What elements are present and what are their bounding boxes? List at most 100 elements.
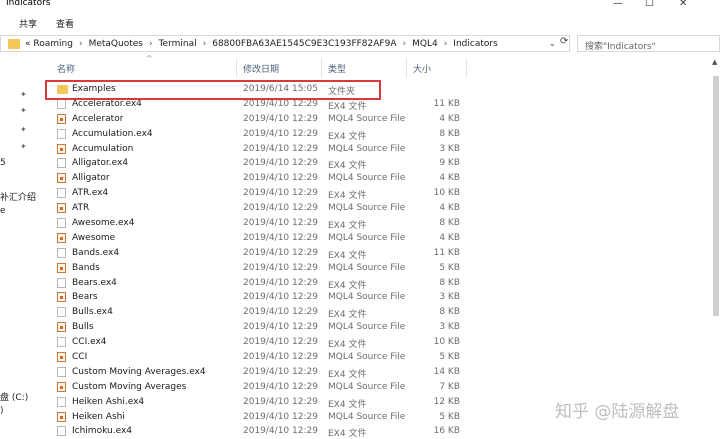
file-date: 2019/4/10 12:29 xyxy=(243,381,318,392)
file-row[interactable]: Custom Moving Averages 2019/4/10 12:29 MQL… xyxy=(36,380,716,395)
pin-icon[interactable]: ✦ xyxy=(20,106,28,115)
tab-view[interactable]: 查看 xyxy=(56,17,74,30)
breadcrumb-separator[interactable]: › xyxy=(79,39,83,49)
file-type: EX4 文件 xyxy=(328,250,367,261)
scroll-up-icon[interactable]: ▲ xyxy=(712,58,717,66)
column-name[interactable]: 名称 xyxy=(57,62,75,75)
breadcrumb-item-metaquotes[interactable]: MetaQuotes xyxy=(89,39,143,49)
file-size: 14 KB xyxy=(433,366,460,377)
file-type: EX4 文件 xyxy=(328,280,367,291)
breadcrumb-separator[interactable]: › xyxy=(149,39,153,49)
column-divider[interactable] xyxy=(321,58,322,78)
file-row[interactable]: Alligator.ex4 2019/4/10 12:29 EX4 文件 9 KB xyxy=(36,156,716,171)
file-row[interactable]: Bears.ex4 2019/4/10 12:29 EX4 文件 8 KB xyxy=(36,276,716,291)
column-divider[interactable] xyxy=(236,58,237,78)
file-size: 16 KB xyxy=(433,426,460,437)
file-name: Awesome.ex4 xyxy=(72,218,135,229)
maximize-button[interactable]: ☐ xyxy=(645,0,654,9)
pin-icon[interactable]: ✦ xyxy=(20,125,28,134)
file-row[interactable]: CCI.ex4 2019/4/10 12:29 EX4 文件 10 KB xyxy=(36,335,716,350)
scrollbar-thumb[interactable] xyxy=(713,76,719,316)
file-type: MQL4 Source File xyxy=(328,173,406,184)
mql4-source-icon xyxy=(57,381,66,392)
ex4-file-icon xyxy=(57,128,66,139)
pin-icon[interactable]: ✦ xyxy=(20,90,28,99)
file-row[interactable]: ATR.ex4 2019/4/10 12:29 EX4 文件 10 KB xyxy=(36,186,716,201)
vertical-scrollbar[interactable]: ▲ xyxy=(712,58,720,437)
breadcrumb-separator[interactable]: › xyxy=(402,39,406,49)
refresh-icon[interactable]: ⟳ xyxy=(560,36,568,47)
nav-item[interactable]: ) xyxy=(0,406,4,416)
file-row[interactable]: Bands 2019/4/10 12:29 MQL4 Source File 5 KB xyxy=(36,261,716,276)
file-date: 2019/4/10 12:29 xyxy=(243,426,318,437)
file-row[interactable]: Alligator 2019/4/10 12:29 MQL4 Source File… xyxy=(36,171,716,186)
file-row[interactable]: Bears 2019/4/10 12:29 MQL4 Source File 3 KB xyxy=(36,290,716,305)
nav-item[interactable]: 5 xyxy=(0,158,6,168)
close-button[interactable]: ✕ xyxy=(679,0,687,9)
file-row[interactable]: Accumulation 2019/4/10 12:29 MQL4 Source F… xyxy=(36,142,716,157)
file-row[interactable]: Awesome.ex4 2019/4/10 12:29 EX4 文件 8 KB xyxy=(36,216,716,231)
mql4-source-icon xyxy=(57,232,66,243)
mql4-source-icon xyxy=(57,173,66,184)
file-size: 5 KB xyxy=(439,352,460,363)
file-name: Accumulation xyxy=(72,143,134,154)
breadcrumb-separator[interactable]: › xyxy=(444,39,448,49)
file-row[interactable]: Bands.ex4 2019/4/10 12:29 EX4 文件 11 KB xyxy=(36,246,716,261)
nav-item-drive-c[interactable]: 盘 (C:) xyxy=(0,390,28,403)
highlight-box xyxy=(45,80,381,100)
file-date: 2019/4/10 12:29 xyxy=(243,366,318,377)
file-row[interactable]: Bulls 2019/4/10 12:29 MQL4 Source File 3 KB xyxy=(36,320,716,335)
file-size: 10 KB xyxy=(433,188,460,199)
ex4-file-icon xyxy=(57,307,66,318)
file-date: 2019/4/10 12:29 xyxy=(243,411,318,422)
file-name: ATR.ex4 xyxy=(72,188,109,199)
nav-item[interactable]: 补汇介绍 xyxy=(0,190,36,203)
file-name: Alligator.ex4 xyxy=(72,158,129,169)
column-divider[interactable] xyxy=(406,58,407,78)
file-row[interactable]: ATR 2019/4/10 12:29 MQL4 Source File 4 KB xyxy=(36,201,716,216)
breadcrumb-item-terminal[interactable]: Terminal xyxy=(159,39,197,49)
file-type: EX4 文件 xyxy=(328,131,367,142)
file-size: 10 KB xyxy=(433,337,460,348)
file-name: Awesome xyxy=(72,232,116,243)
file-date: 2019/4/10 12:29 xyxy=(243,218,318,229)
file-date: 2019/4/10 12:29 xyxy=(243,262,318,273)
column-size[interactable]: 大小 xyxy=(413,62,431,75)
breadcrumb-item-roaming[interactable]: Roaming xyxy=(33,39,73,49)
file-name: Accumulation.ex4 xyxy=(72,128,153,139)
file-size: 8 KB xyxy=(439,307,460,318)
mql4-source-icon xyxy=(57,292,66,303)
file-type: EX4 文件 xyxy=(328,340,367,351)
file-row[interactable]: Accelerator 2019/4/10 12:29 MQL4 Source Fi… xyxy=(36,112,716,127)
file-date: 2019/4/10 12:29 xyxy=(243,396,318,407)
file-name: CCI.ex4 xyxy=(72,337,107,348)
file-row[interactable]: Custom Moving Averages.ex4 2019/4/10 12:2… xyxy=(36,365,716,380)
file-size: 3 KB xyxy=(439,322,460,333)
breadcrumb-separator[interactable]: › xyxy=(203,39,207,49)
file-name: CCI xyxy=(72,352,88,363)
pin-icon[interactable]: ✦ xyxy=(20,142,28,151)
tab-share[interactable]: 共享 xyxy=(19,17,37,30)
breadcrumb-overflow[interactable]: « xyxy=(25,39,31,49)
column-date[interactable]: 修改日期 xyxy=(243,62,279,75)
nav-item[interactable]: e xyxy=(0,206,6,216)
mql4-source-icon xyxy=(57,262,66,273)
file-name: Bands xyxy=(72,262,100,273)
breadcrumb-item-terminal-id[interactable]: 68800FBA63AE1545C9E3C193FF82AF9A xyxy=(212,39,396,49)
breadcrumb-item-indicators[interactable]: Indicators xyxy=(453,39,497,49)
file-date: 2019/4/10 12:29 xyxy=(243,307,318,318)
file-row[interactable]: Bulls.ex4 2019/4/10 12:29 EX4 文件 8 KB xyxy=(36,305,716,320)
file-date: 2019/4/10 12:29 xyxy=(243,188,318,199)
search-input[interactable]: 搜索"Indicators" xyxy=(577,35,720,52)
file-row[interactable]: Awesome 2019/4/10 12:29 MQL4 Source File 4 … xyxy=(36,231,716,246)
file-row[interactable]: CCI 2019/4/10 12:29 MQL4 Source File 5 KB xyxy=(36,350,716,365)
minimize-button[interactable]: — xyxy=(613,0,623,9)
file-size: 5 KB xyxy=(439,411,460,422)
breadcrumb-item-mql4[interactable]: MQL4 xyxy=(412,39,438,49)
address-bar[interactable]: « Roaming › MetaQuotes › Terminal › 68800FBA63… xyxy=(0,35,570,52)
column-divider[interactable] xyxy=(466,58,467,78)
file-row[interactable]: Accumulation.ex4 2019/4/10 12:29 EX4 文件 8 K… xyxy=(36,127,716,142)
file-type: MQL4 Source File xyxy=(328,322,406,333)
column-type[interactable]: 类型 xyxy=(328,62,346,75)
chevron-down-icon[interactable]: ⌄ xyxy=(549,39,556,48)
